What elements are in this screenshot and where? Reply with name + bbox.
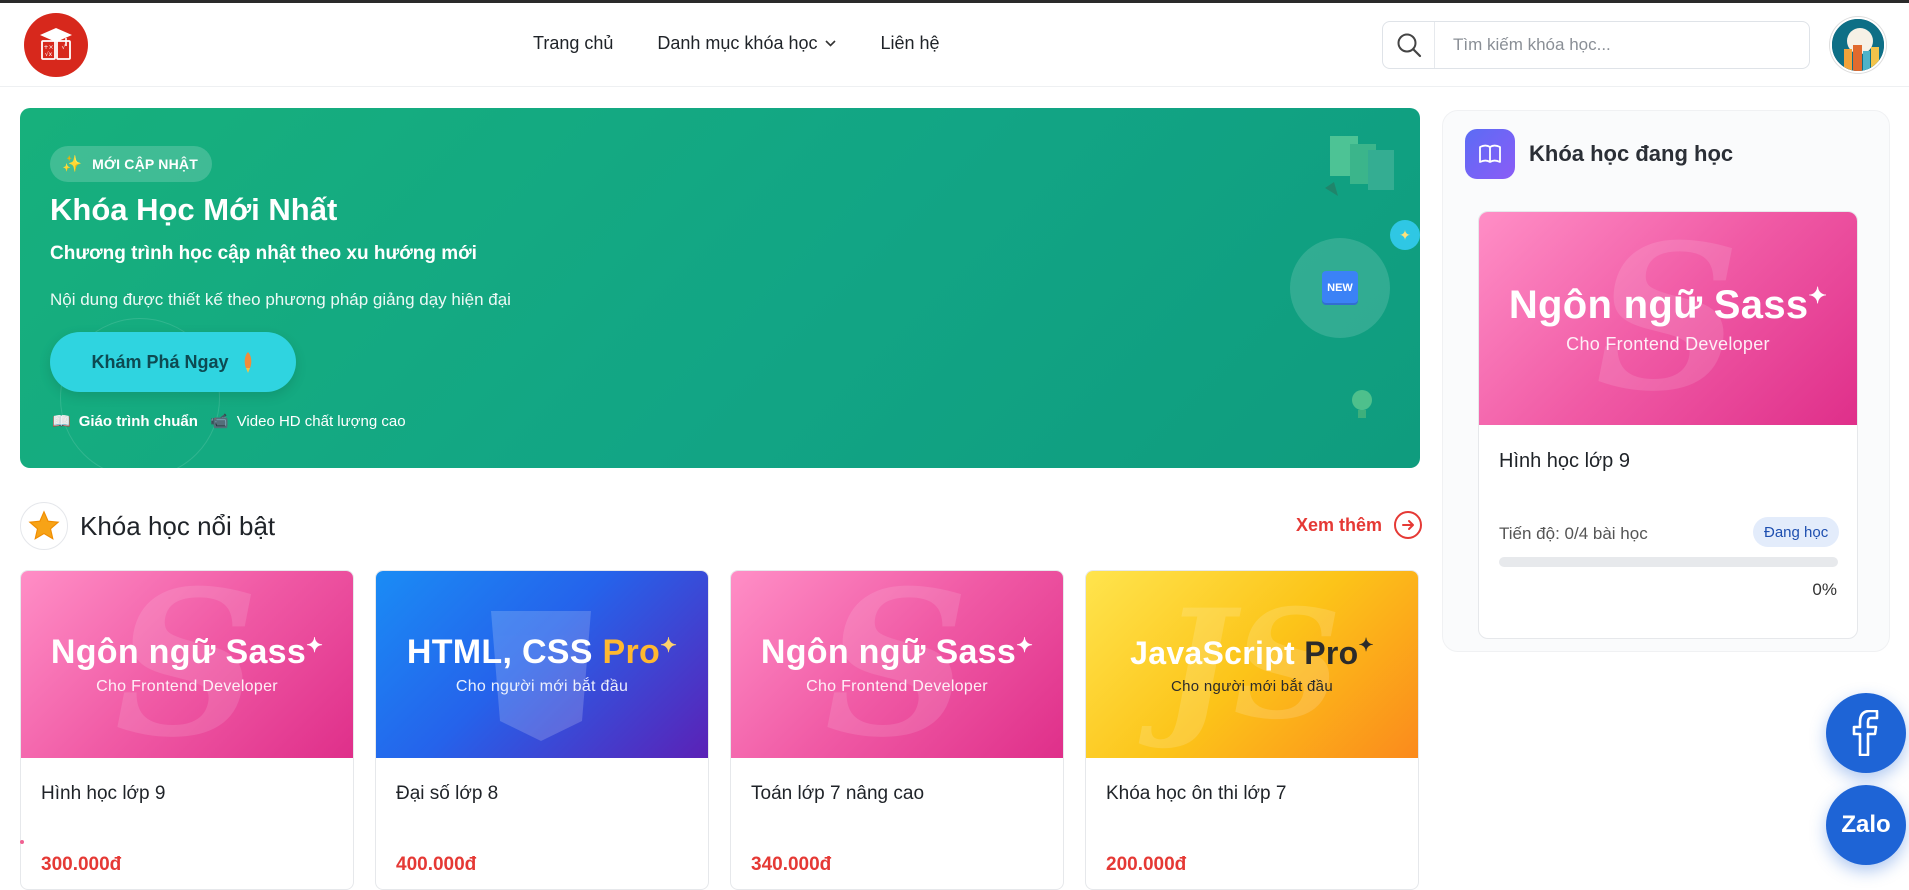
explore-button-label: Khám Phá Ngay [91, 351, 229, 372]
thumb-title: Ngôn ngữ Sass✦ [50, 633, 324, 671]
explore-button[interactable]: Khám Phá Ngay [50, 332, 296, 392]
progress-text: Tiến độ: 0/4 bài học [1499, 524, 1648, 543]
thumb-subtitle: Cho người mới bắt đầu [1171, 677, 1333, 695]
feature-video: 📹 Video HD chất lượng cao [210, 412, 406, 431]
course-thumbnail: S Ngôn ngữ Sass✦ Cho Frontend Developer [731, 571, 1063, 758]
hero-title: Khóa Học Mới Nhất [50, 192, 338, 227]
thumb-subtitle: Cho Frontend Developer [1566, 333, 1770, 354]
status-badge: Đang học [1753, 517, 1840, 547]
featured-section-header: Khóa học nổi bật [20, 502, 275, 550]
sidebar-title: Khóa học đang học [1529, 141, 1734, 166]
decor-dot [20, 840, 24, 844]
main-nav: Trang chủ Danh mục khóa học Liên hệ [533, 33, 984, 54]
course-name: Đại số lớp 8 [396, 783, 499, 804]
book-icon [1465, 129, 1515, 179]
nav-categories[interactable]: Danh mục khóa học [657, 33, 837, 54]
sparkle-icon: ✦ [1390, 220, 1420, 250]
user-avatar[interactable] [1830, 17, 1886, 73]
thumb-title: JavaScript Pro✦ [1130, 634, 1374, 671]
nav-contact[interactable]: Liên hệ [880, 33, 939, 54]
facebook-icon [1852, 710, 1879, 756]
course-price: 200.000đ [1106, 854, 1187, 875]
facebook-button[interactable] [1826, 693, 1906, 773]
course-card[interactable]: S Ngôn ngữ Sass✦ Cho Frontend Developer … [730, 570, 1064, 890]
books-icon [1325, 136, 1394, 196]
graduation-book-icon: +× √ √x [40, 28, 72, 60]
course-name: Toán lớp 7 nâng cao [751, 783, 925, 804]
rocket-icon [244, 352, 251, 373]
thumb-title: Ngôn ngữ Sass✦ [1508, 282, 1828, 327]
nav-home[interactable]: Trang chủ [533, 33, 613, 54]
hero-banner: ✦ NEW ✨ MỚI CẬP NHẬT Khóa Học Mới Nhất C… [20, 108, 1420, 468]
course-thumbnail: S Ngôn ngữ Sass✦ Cho Frontend Developer [1479, 212, 1857, 425]
course-price: 400.000đ [396, 854, 477, 875]
zalo-button[interactable]: Zalo [1826, 785, 1906, 865]
star-icon [20, 502, 68, 550]
progress-bar [1499, 557, 1838, 567]
course-name: Hình học lớp 9 [1499, 450, 1630, 472]
hero-badge-text: MỚI CẬP NHẬT [92, 156, 198, 172]
thumb-subtitle: Cho Frontend Developer [806, 678, 988, 695]
thumb-title: Ngôn ngữ Sass✦ [760, 633, 1034, 671]
thumb-subtitle: Cho người mới bắt đầu [455, 678, 629, 695]
course-name: Khóa học ôn thi lớp 7 [1106, 783, 1287, 804]
lightbulb-icon [1352, 390, 1372, 418]
course-card[interactable]: HTML, CSS Pro✦ Cho người mới bắt đầu Đại… [375, 570, 709, 890]
course-card[interactable]: S Ngôn ngữ Sass✦ Cho Frontend Developer … [20, 570, 354, 890]
thumb-subtitle: Cho Frontend Developer [96, 678, 278, 695]
nav-contact-label: Liên hệ [880, 33, 940, 53]
svg-text:+×: +× [43, 44, 53, 51]
feature-video-label: Video HD chất lượng cao [236, 412, 406, 430]
feature-curriculum: 📖 Giáo trình chuẩn [52, 412, 198, 431]
search-input[interactable] [1453, 35, 1793, 55]
progress-percent: 0% [1812, 580, 1837, 599]
sidebar-header: Khóa học đang học [1465, 129, 1733, 179]
video-camera-icon: 📹 [210, 413, 229, 430]
new-circle: NEW [1290, 238, 1390, 338]
open-book-icon: 📖 [52, 413, 71, 430]
featured-title: Khóa học nổi bật [80, 510, 276, 541]
thumb-title: HTML, CSS Pro✦ [406, 633, 678, 671]
search-icon[interactable] [1383, 22, 1435, 68]
svg-text:√: √ [62, 44, 66, 51]
nav-categories-label: Danh mục khóa học [657, 33, 818, 53]
course-name: Hình học lớp 9 [41, 783, 166, 804]
arrow-right-icon [1394, 511, 1423, 539]
svg-text:√x: √x [45, 51, 53, 58]
css-shield-watermark [491, 611, 591, 741]
hero-subtitle: Chương trình học cập nhật theo xu hướng … [50, 243, 477, 264]
enrolled-course-card[interactable]: S Ngôn ngữ Sass✦ Cho Frontend Developer … [1478, 211, 1858, 639]
course-thumbnail: S Ngôn ngữ Sass✦ Cho Frontend Developer [21, 571, 353, 758]
search-box [1382, 21, 1810, 69]
course-price: 300.000đ [41, 854, 122, 875]
hero-badge: ✨ MỚI CẬP NHẬT [50, 146, 212, 182]
hero-description: Nội dung được thiết kế theo phương pháp … [50, 290, 511, 309]
feature-curriculum-label: Giáo trình chuẩn [78, 412, 198, 430]
nav-home-label: Trang chủ [533, 33, 614, 53]
zalo-label: Zalo [1841, 811, 1891, 838]
sparkles-icon: ✨ [62, 156, 83, 173]
course-thumbnail: JS JavaScript Pro✦ Cho người mới bắt đầu [1086, 571, 1418, 758]
see-more-label: Xem thêm [1296, 514, 1383, 535]
new-tag: NEW [1322, 271, 1358, 305]
course-price: 340.000đ [751, 854, 832, 875]
course-card[interactable]: JS JavaScript Pro✦ Cho người mới bắt đầu… [1085, 570, 1419, 890]
site-header: +× √ √x Trang chủ Danh mục khóa học Liên… [0, 3, 1909, 87]
chevron-down-icon [825, 40, 837, 47]
see-more-link[interactable]: Xem thêm [1296, 511, 1423, 539]
course-thumbnail: HTML, CSS Pro✦ Cho người mới bắt đầu [376, 571, 708, 758]
site-logo[interactable]: +× √ √x [24, 13, 88, 77]
